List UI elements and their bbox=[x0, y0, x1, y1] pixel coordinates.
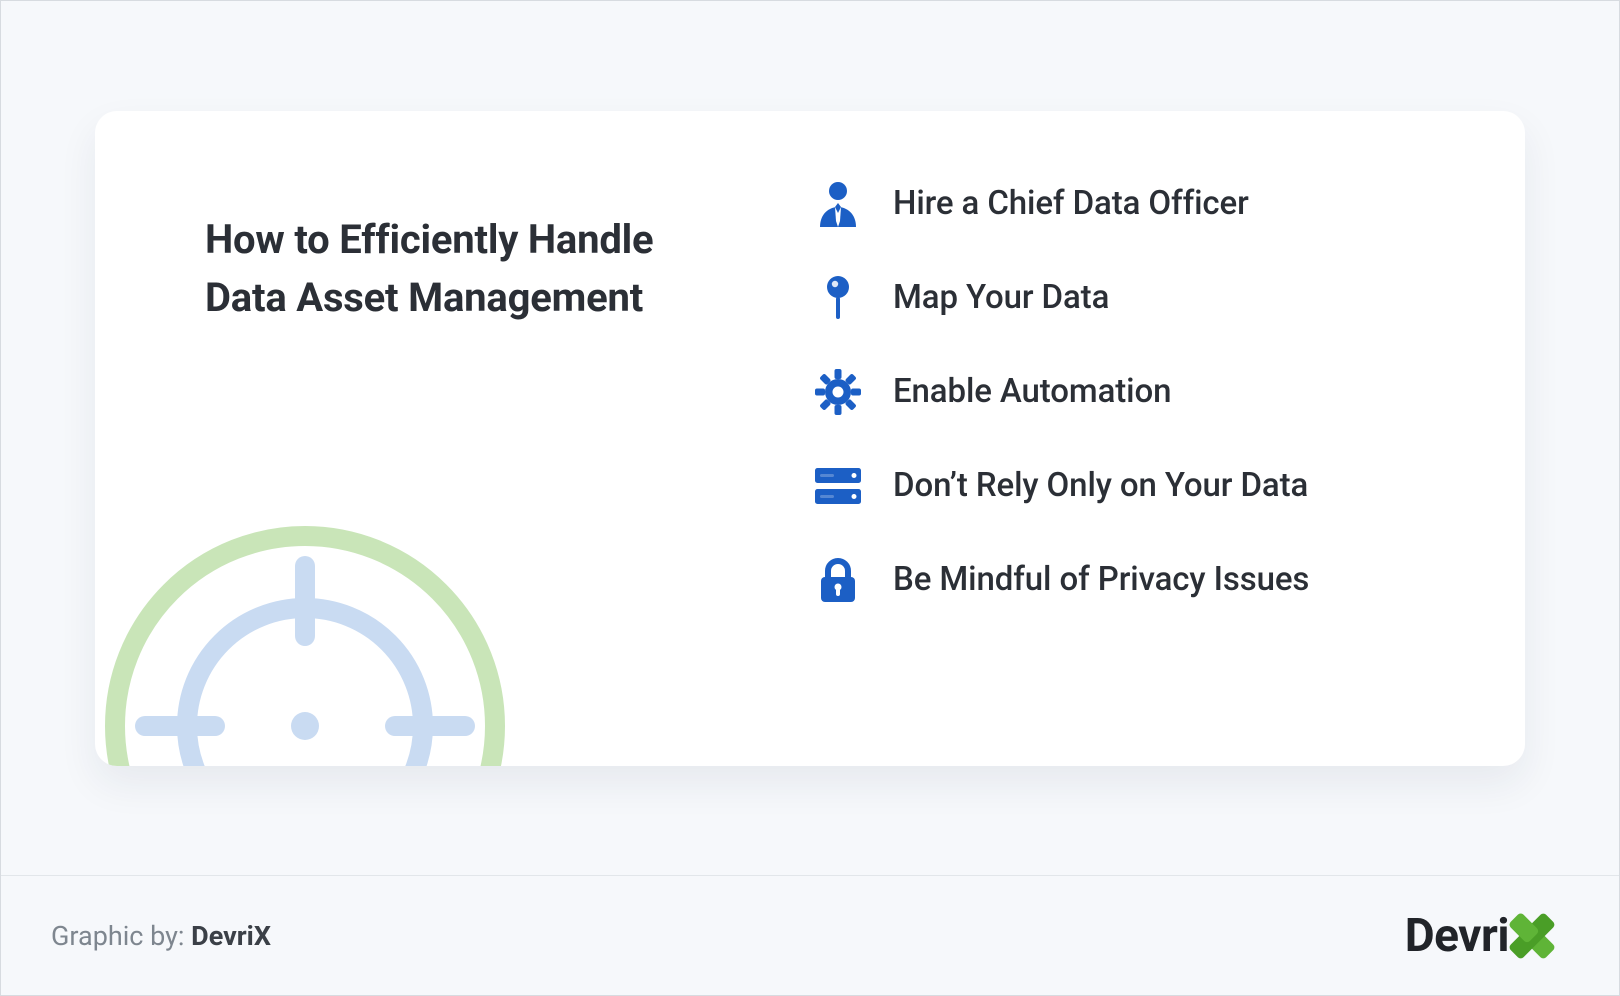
info-card: How to Efficiently Handle Data Asset Man… bbox=[95, 111, 1525, 766]
logo-x-icon bbox=[1505, 909, 1559, 963]
list-item: Hire a Chief Data Officer bbox=[815, 181, 1465, 227]
lock-icon bbox=[815, 557, 861, 603]
devrix-logo: Devri bbox=[1405, 909, 1559, 963]
list-item: Be Mindful of Privacy Issues bbox=[815, 557, 1465, 603]
card-right-column: Hire a Chief Data Officer Map Your Data bbox=[715, 111, 1525, 766]
target-decor-icon bbox=[95, 506, 525, 766]
list-item-label: Hire a Chief Data Officer bbox=[893, 184, 1249, 223]
logo-text: Devri bbox=[1405, 909, 1509, 963]
card-heading: How to Efficiently Handle Data Asset Man… bbox=[205, 211, 675, 327]
server-icon bbox=[815, 463, 861, 509]
footer: Graphic by: DevriX Devri bbox=[1, 875, 1619, 995]
list-item-label: Map Your Data bbox=[893, 278, 1109, 317]
list-item-label: Enable Automation bbox=[893, 372, 1171, 411]
card-left-column: How to Efficiently Handle Data Asset Man… bbox=[95, 111, 715, 766]
person-tie-icon bbox=[815, 181, 861, 227]
list-item-label: Don’t Rely Only on Your Data bbox=[893, 466, 1308, 505]
credit-line: Graphic by: DevriX bbox=[51, 920, 271, 952]
map-pin-icon bbox=[815, 275, 861, 321]
stage: How to Efficiently Handle Data Asset Man… bbox=[1, 1, 1619, 875]
list-item: Enable Automation bbox=[815, 369, 1465, 415]
gear-icon bbox=[815, 369, 861, 415]
credit-brand: DevriX bbox=[191, 920, 271, 952]
list-item-label: Be Mindful of Privacy Issues bbox=[893, 560, 1309, 599]
graphic-frame: How to Efficiently Handle Data Asset Man… bbox=[0, 0, 1620, 996]
list-item: Don’t Rely Only on Your Data bbox=[815, 463, 1465, 509]
list-item: Map Your Data bbox=[815, 275, 1465, 321]
credit-prefix: Graphic by: bbox=[51, 920, 191, 952]
